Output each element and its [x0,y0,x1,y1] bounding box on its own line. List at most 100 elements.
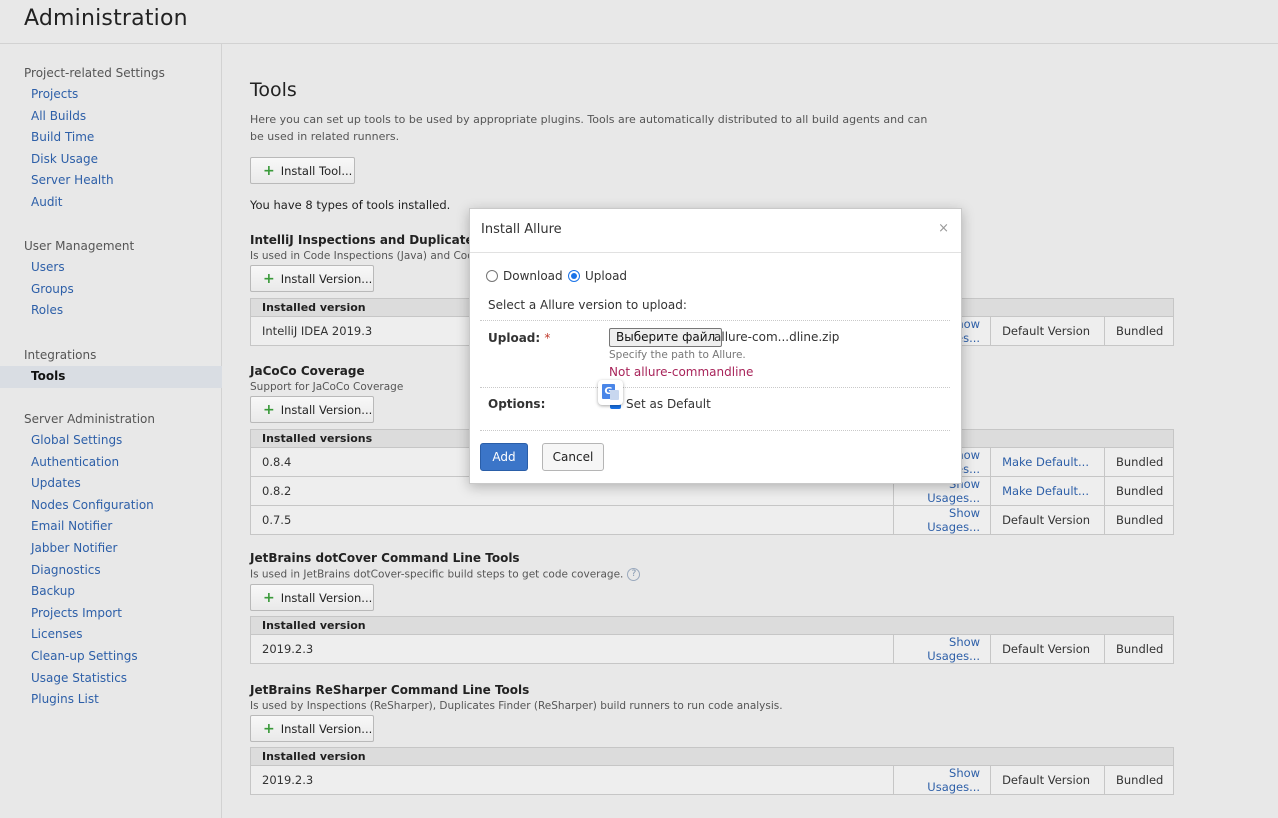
install-version-button[interactable]: + Install Version... [250,584,374,611]
path-hint: Specify the path to Allure. [609,349,746,361]
install-version-label: Install Version... [280,271,373,286]
upload-label: Upload: * [488,331,550,345]
sidebar-item-backup[interactable]: Backup [0,581,222,603]
add-button[interactable]: Add [480,443,528,471]
bundled-cell: Bundled [1103,505,1175,535]
top-bar: Administration [0,0,1278,44]
sidebar-item-users[interactable]: Users [0,257,222,279]
sidebar-group-title: User Management [24,239,135,253]
cancel-button[interactable]: Cancel [542,443,604,471]
selected-file-name: allure-com...dline.zip [714,330,840,344]
sidebar-group-title: Server Administration [24,412,155,426]
set-default-label[interactable]: Set as Default [626,397,711,411]
plus-icon: + [263,270,275,287]
page-description-line-1: Here you can set up tools to be used by … [250,113,928,126]
choose-file-button[interactable]: Выберите файл [609,328,723,347]
close-icon[interactable]: × [938,221,949,236]
dialog-divider [470,252,961,253]
upload-label-text: Upload: [488,331,541,345]
default-version-cell: Default Version [990,316,1105,346]
tools-table-resharper: Installed version 2019.2.3 Show Usages..… [249,747,1175,795]
sidebar-group-users: User Management Users Groups Roles [0,235,222,322]
plus-icon: + [263,589,275,606]
version-cell: 0.7.5 [249,505,894,535]
sidebar-item-build-time[interactable]: Build Time [0,127,222,149]
install-tool-label: Install Tool... [280,163,353,178]
sidebar-group-title: Project-related Settings [24,66,165,80]
section-desc-jacoco: Support for JaCoCo Coverage [250,381,404,393]
section-title-resharper: JetBrains ReSharper Command Line Tools [250,683,530,697]
sidebar-group-server-admin: Server Administration Global Settings Au… [0,408,222,711]
install-version-label: Install Version... [280,721,373,736]
upload-radio[interactable] [568,270,580,282]
installed-count: You have 8 types of tools installed. [250,198,451,212]
install-version-label: Install Version... [280,590,373,605]
sidebar-item-clean-up-settings[interactable]: Clean-up Settings [0,646,222,668]
sidebar-item-audit[interactable]: Audit [0,192,222,214]
sidebar-group-project: Project-related Settings Projects All Bu… [0,62,222,214]
sidebar-item-jabber-notifier[interactable]: Jabber Notifier [0,538,222,560]
make-default-link[interactable]: Make Default... [990,476,1105,506]
sidebar-group-integrations: Integrations Tools [0,344,222,388]
default-version-cell: Default Version [990,634,1105,664]
sidebar: Project-related Settings Projects All Bu… [0,44,222,818]
sidebar-item-diagnostics[interactable]: Diagnostics [0,560,222,582]
sidebar-item-usage-statistics[interactable]: Usage Statistics [0,668,222,690]
dialog-divider [480,320,950,321]
table-header: Installed version [250,747,1174,766]
sidebar-item-disk-usage[interactable]: Disk Usage [0,149,222,171]
page-header-title: Administration [24,6,188,31]
bundled-cell: Bundled [1103,765,1175,795]
sidebar-item-projects-import[interactable]: Projects Import [0,603,222,625]
table-row: 2019.2.3 Show Usages... Default Version … [249,765,1175,795]
show-usages-link[interactable]: Show Usages... [893,765,991,795]
version-cell: 2019.2.3 [249,634,894,664]
dialog-divider [480,387,950,388]
page-description-line-2: be used in related runners. [250,130,400,143]
dialog-title: Install Allure [481,222,562,237]
translate-icon[interactable] [598,380,623,405]
upload-radio-label[interactable]: Upload [585,269,627,283]
sidebar-item-tools[interactable]: Tools [0,366,222,388]
show-usages-link[interactable]: Show Usages... [893,505,991,535]
sidebar-item-plugins-list[interactable]: Plugins List [0,689,222,711]
install-version-button[interactable]: + Install Version... [250,715,374,742]
download-radio[interactable] [486,270,498,282]
table-header: Installed version [250,616,1174,635]
dialog-divider [480,430,950,431]
upload-error-message: Not allure-commandline [609,365,754,379]
sidebar-item-global-settings[interactable]: Global Settings [0,430,222,452]
help-icon[interactable]: ? [627,568,641,581]
show-usages-link[interactable]: Show Usages... [893,634,991,664]
sidebar-item-email-notifier[interactable]: Email Notifier [0,516,222,538]
table-row: 0.7.5 Show Usages... Default Version Bun… [249,505,1175,535]
sidebar-item-server-health[interactable]: Server Health [0,170,222,192]
plus-icon: + [263,401,275,418]
install-tool-button[interactable]: + Install Tool... [250,157,355,184]
make-default-link[interactable]: Make Default... [990,447,1105,477]
plus-icon: + [263,720,275,737]
section-desc-dotcover: Is used in JetBrains dotCover-specific b… [250,568,641,581]
sidebar-item-licenses[interactable]: Licenses [0,624,222,646]
sidebar-item-updates[interactable]: Updates [0,473,222,495]
sidebar-group-title: Integrations [24,348,97,362]
install-version-button[interactable]: + Install Version... [250,396,374,423]
required-mark: * [544,331,551,345]
default-version-cell: Default Version [990,505,1105,535]
sidebar-item-groups[interactable]: Groups [0,279,222,301]
download-radio-label[interactable]: Download [503,269,563,283]
table-row: 2019.2.3 Show Usages... Default Version … [249,634,1175,664]
page-title: Tools [250,79,297,101]
sidebar-item-nodes-configuration[interactable]: Nodes Configuration [0,495,222,517]
plus-icon: + [263,162,275,179]
sidebar-item-authentication[interactable]: Authentication [0,452,222,474]
sidebar-item-roles[interactable]: Roles [0,300,222,322]
tools-table-dotcover: Installed version 2019.2.3 Show Usages..… [249,616,1175,664]
select-version-prompt: Select a Allure version to upload: [488,298,687,312]
sidebar-item-all-builds[interactable]: All Builds [0,106,222,128]
section-title-dotcover: JetBrains dotCover Command Line Tools [250,551,520,565]
sidebar-item-projects[interactable]: Projects [0,84,222,106]
install-version-button[interactable]: + Install Version... [250,265,374,292]
section-title-jacoco: JaCoCo Coverage [250,364,365,378]
install-version-label: Install Version... [280,402,373,417]
